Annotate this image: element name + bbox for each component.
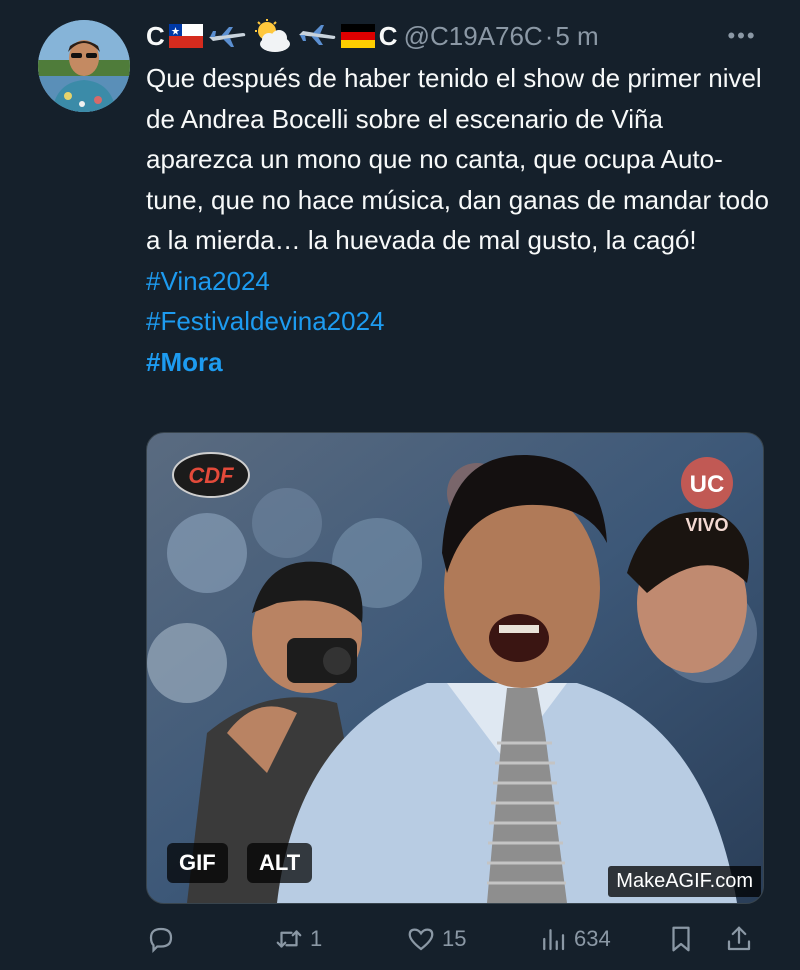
more-icon: ••• <box>727 23 757 48</box>
author-name-emojis <box>168 19 375 53</box>
cdf-logo-text: CDF <box>188 463 234 488</box>
more-options-button[interactable]: ••• <box>722 22 762 50</box>
sun-behind-cloud-icon <box>254 19 290 52</box>
author-name-end[interactable]: C <box>379 21 398 52</box>
like-count: 15 <box>442 926 467 951</box>
like-button[interactable]: 15 <box>406 924 466 954</box>
hashtag-vina2024[interactable]: #Vina2024 <box>146 261 776 302</box>
retweet-button[interactable]: 1 <box>274 924 322 954</box>
gif-frame-image: CDF UC VIVO <box>147 433 763 903</box>
bookmark-button[interactable] <box>666 924 696 954</box>
airplane-icon <box>208 27 246 47</box>
bookmark-icon <box>672 926 690 952</box>
share-icon <box>727 926 751 951</box>
tweet-header: C C @C19A76C · 5 m <box>146 18 740 54</box>
airplane-icon <box>298 25 336 45</box>
retweet-count: 1 <box>310 926 323 951</box>
chile-flag-icon <box>168 24 203 48</box>
retweet-icon <box>276 930 302 948</box>
hashtag-festivaldevina2024[interactable]: #Festivaldevina2024 <box>146 301 776 342</box>
gif-badge-label: GIF <box>179 850 216 875</box>
hashtag-mora[interactable]: #Mora <box>146 342 776 383</box>
gif-badge: GIF <box>167 843 228 883</box>
vivo-logo-text: VIVO <box>685 515 728 535</box>
views-count: 634 <box>574 926 611 951</box>
author-handle[interactable]: @C19A76C <box>404 21 543 52</box>
author-avatar[interactable] <box>38 20 130 112</box>
makeagif-watermark: MakeAGIF.com <box>608 866 761 897</box>
tweet-text: Que después de haber tenido el show de p… <box>146 63 769 255</box>
alt-badge-label: ALT <box>259 850 301 875</box>
tweet-body: Que después de haber tenido el show de p… <box>146 58 776 382</box>
reply-button[interactable] <box>146 924 182 954</box>
germany-flag-icon <box>340 24 375 48</box>
tweet-timestamp[interactable]: 5 m <box>555 21 598 52</box>
uc-logo-text: UC <box>690 471 725 498</box>
gif-media[interactable]: CDF UC VIVO GIF ALT MakeAGIF.com <box>146 432 764 904</box>
tweet-action-bar: 1 15 634 <box>146 916 762 960</box>
share-button[interactable] <box>724 924 754 954</box>
author-name-start[interactable]: C <box>146 21 165 52</box>
heart-icon <box>408 928 434 951</box>
separator-dot: · <box>544 20 554 51</box>
reply-icon <box>149 927 173 953</box>
views-button[interactable]: 634 <box>538 924 611 954</box>
views-icon <box>543 929 565 951</box>
alt-badge[interactable]: ALT <box>247 843 313 883</box>
